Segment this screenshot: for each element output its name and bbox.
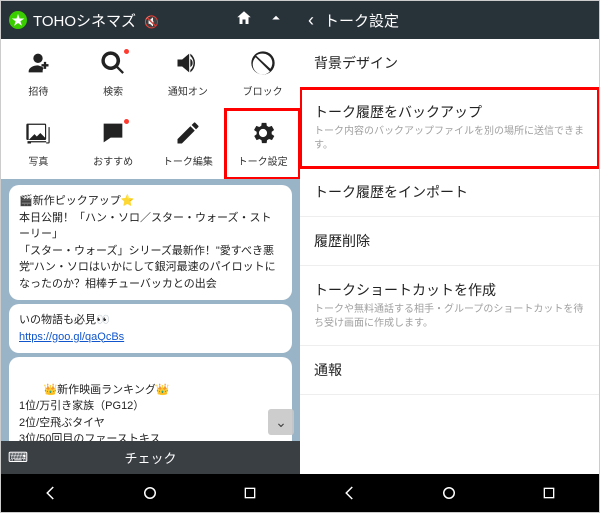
chat-bubble: いの物語も必見👀 https://goo.gl/qaQcBs	[9, 304, 292, 353]
footer-label-text: チェック	[35, 448, 300, 467]
menu-block[interactable]: ブロック	[225, 39, 300, 109]
notification-dot	[124, 49, 129, 54]
chat-view: ★ TOHOシネマズ 🔇 招待	[1, 1, 300, 512]
recommend-icon	[99, 121, 127, 149]
nav-back-icon[interactable]	[340, 483, 360, 503]
settings-item-title: トークショートカットを作成	[314, 280, 585, 300]
settings-item-backup[interactable]: トーク履歴をバックアップ トーク内容のバックアップファイルを別の場所に送信できま…	[300, 88, 599, 168]
bubble-text: 👑新作映画ランキング👑 1位/万引き家族（PG12） 2位/空飛ぶタイヤ 3位/…	[19, 384, 170, 442]
bubble-text: いの物語も必見👀	[19, 314, 110, 326]
settings-item-title: トーク履歴をインポート	[314, 182, 585, 202]
settings-title: トーク設定	[324, 10, 399, 31]
android-navbar	[300, 474, 599, 512]
settings-item-title: 履歴削除	[314, 231, 585, 251]
nav-recent-icon[interactable]	[539, 483, 559, 503]
chat-title-text: TOHOシネマズ	[33, 13, 136, 30]
android-navbar	[1, 474, 300, 512]
menu-label: 写真	[28, 153, 48, 168]
menu-search[interactable]: 検索	[76, 39, 151, 109]
settings-item-title: トーク履歴をバックアップ	[314, 102, 585, 122]
menu-label: 検索	[103, 83, 123, 98]
settings-item-title: 背景デザイン	[314, 53, 585, 73]
search-icon	[99, 51, 127, 79]
gear-icon	[249, 121, 277, 149]
nav-home-icon[interactable]	[140, 483, 160, 503]
settings-header: ‹ トーク設定	[300, 1, 599, 39]
invite-icon	[24, 51, 52, 79]
nav-back-icon[interactable]	[41, 483, 61, 503]
menu-recommend[interactable]: おすすめ	[76, 109, 151, 179]
menu-notify[interactable]: 通知オン	[151, 39, 226, 109]
chevron-down-icon: ⌄	[275, 414, 287, 431]
menu-label: 招待	[28, 83, 48, 98]
notification-dot	[124, 119, 129, 124]
block-icon	[249, 51, 277, 79]
settings-item-report[interactable]: 通報	[300, 346, 599, 395]
settings-item-import[interactable]: トーク履歴をインポート	[300, 168, 599, 217]
nav-home-icon[interactable]	[439, 483, 459, 503]
settings-item-delete-history[interactable]: 履歴削除	[300, 217, 599, 266]
settings-item-subtitle: トーク内容のバックアップファイルを別の場所に送信できます。	[314, 125, 585, 153]
scroll-down-button[interactable]: ⌄	[268, 409, 294, 435]
settings-view: ‹ トーク設定 背景デザイン トーク履歴をバックアップ トーク内容のバックアップ…	[300, 1, 599, 512]
chat-body[interactable]: 🎬新作ピックアップ⭐ 本日公開！「ハン・ソロ／スター・ウォーズ・ストーリー」 「…	[1, 179, 300, 441]
nav-recent-icon[interactable]	[240, 483, 260, 503]
bubble-text: 🎬新作ピックアップ⭐ 本日公開！「ハン・ソロ／スター・ウォーズ・ストーリー」 「…	[19, 195, 276, 290]
settings-item-background[interactable]: 背景デザイン	[300, 39, 599, 88]
settings-item-subtitle: トークや無料通話する相手・グループのショートカットを待ち受け画面に作成します。	[314, 303, 585, 331]
edit-icon	[174, 121, 202, 149]
settings-item-title: 通報	[314, 360, 585, 380]
chat-bubble: 🎬新作ピックアップ⭐ 本日公開！「ハン・ソロ／スター・ウォーズ・ストーリー」 「…	[9, 185, 292, 300]
chat-title: TOHOシネマズ 🔇	[33, 10, 228, 31]
mute-icon: 🔇	[144, 15, 159, 29]
photos-icon	[24, 121, 52, 149]
chat-header: ★ TOHOシネマズ 🔇	[1, 1, 300, 39]
menu-label: トーク編集	[163, 153, 213, 168]
settings-item-shortcut[interactable]: トークショートカットを作成 トークや無料通話する相手・グループのショートカットを…	[300, 266, 599, 346]
menu-photos[interactable]: 写真	[1, 109, 76, 179]
account-badge-icon: ★	[9, 11, 27, 29]
menu-label: トーク設定	[238, 153, 288, 168]
bubble-link[interactable]: https://goo.gl/qaQcBs	[19, 331, 124, 343]
settings-list[interactable]: 背景デザイン トーク履歴をバックアップ トーク内容のバックアップファイルを別の場…	[300, 39, 599, 474]
menu-talk-settings[interactable]: トーク設定	[225, 109, 300, 179]
menu-label: ブロック	[243, 83, 283, 98]
chat-footer[interactable]: ⌨ チェック	[1, 441, 300, 474]
speaker-icon	[174, 51, 202, 79]
menu-label: 通知オン	[168, 83, 208, 98]
menu-label: おすすめ	[93, 153, 133, 168]
back-icon[interactable]: ‹	[308, 10, 314, 31]
home-icon[interactable]	[228, 9, 260, 32]
menu-invite[interactable]: 招待	[1, 39, 76, 109]
chat-bubble: 👑新作映画ランキング👑 1位/万引き家族（PG12） 2位/空飛ぶタイヤ 3位/…	[9, 357, 292, 441]
keyboard-icon[interactable]: ⌨	[1, 449, 35, 466]
menu-edit-talk[interactable]: トーク編集	[151, 109, 226, 179]
chevron-up-icon[interactable]	[260, 9, 292, 32]
chat-menu-grid: 招待 検索 通知オン ブロック	[1, 39, 300, 179]
